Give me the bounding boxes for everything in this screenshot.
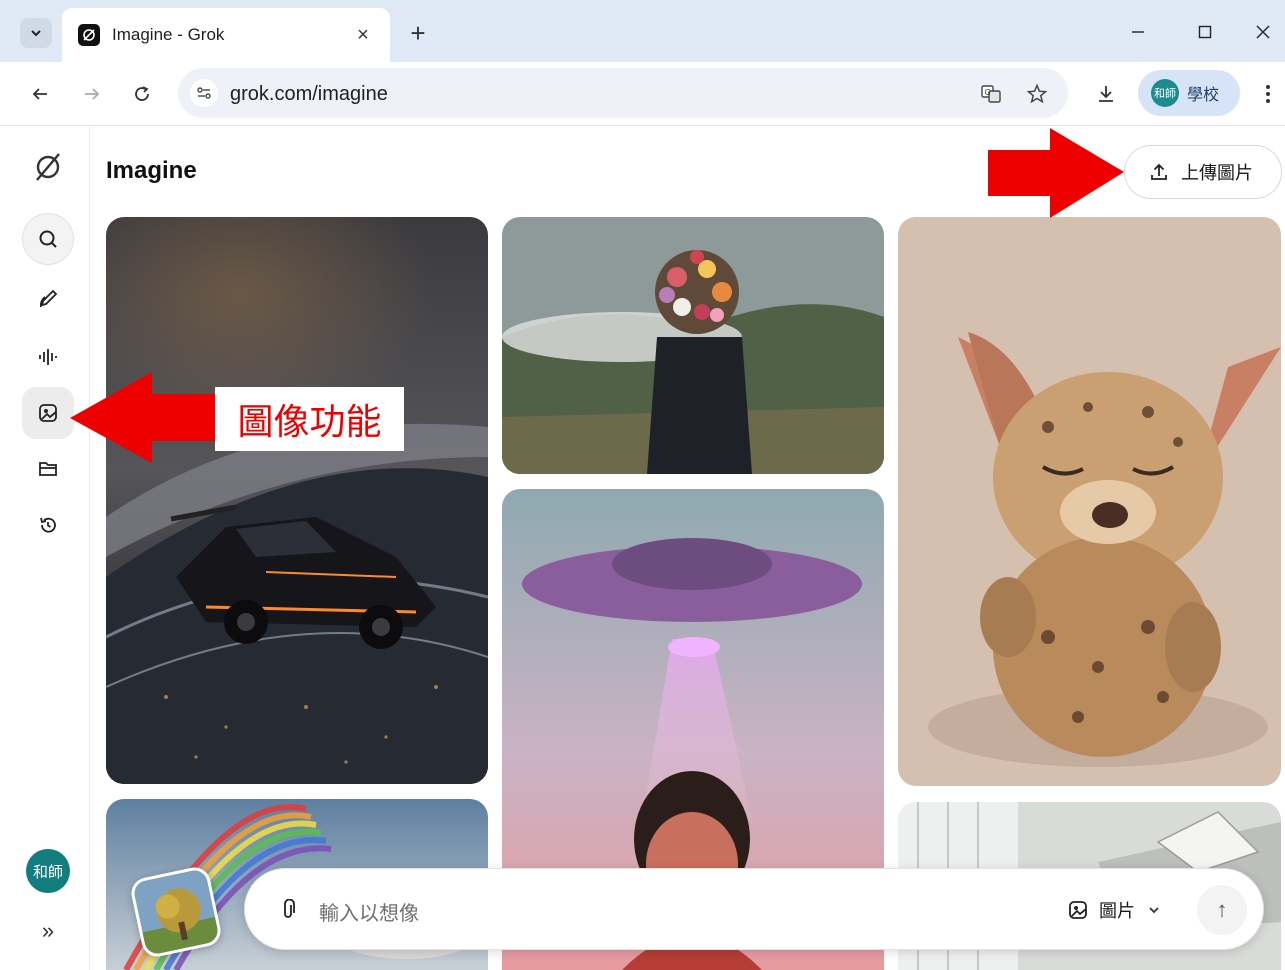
paperclip-icon <box>284 899 295 918</box>
image-icon <box>1069 901 1087 919</box>
annotation-callout: 圖像功能 <box>215 387 404 451</box>
mode-label: 圖片 <box>1099 901 1135 921</box>
mode-selector[interactable]: 圖片 <box>1067 891 1161 929</box>
chevron-down-icon <box>1149 907 1159 914</box>
thumbnail-image <box>132 866 224 960</box>
attach-button[interactable] <box>275 897 301 923</box>
annotation-arrows <box>70 128 1124 463</box>
prompt-bar: 輸入以想像 圖片 ↑ <box>244 868 1264 950</box>
prompt-input[interactable]: 輸入以想像 <box>319 897 419 926</box>
send-button[interactable]: ↑ <box>1197 885 1247 935</box>
arrow-to-upload <box>988 128 1124 218</box>
arrow-to-imagine <box>70 372 215 463</box>
reference-thumbnail[interactable] <box>128 864 224 960</box>
